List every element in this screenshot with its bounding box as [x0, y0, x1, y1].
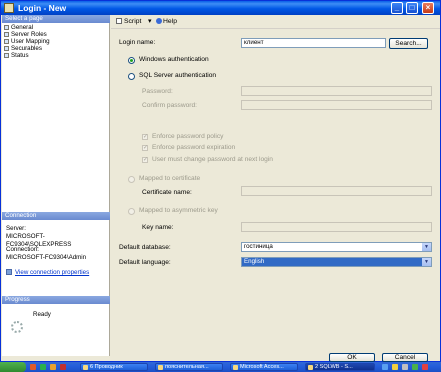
must-change-checkbox[interactable]: ✓ — [142, 157, 148, 163]
tray-icon[interactable] — [392, 364, 398, 370]
confirm-password-label: Confirm password: — [142, 102, 197, 109]
chevron-down-icon[interactable]: ▼ — [422, 243, 431, 251]
tray-icon[interactable] — [422, 364, 428, 370]
quicklaunch-icon[interactable] — [30, 364, 36, 370]
must-change-label: User must change password at next login — [152, 156, 273, 163]
key-name-combo[interactable] — [241, 222, 432, 232]
help-icon — [156, 18, 162, 24]
start-button[interactable] — [0, 362, 26, 372]
title-bar[interactable]: Login - New _ □ × — [1, 1, 440, 15]
search-button[interactable]: Search... — [389, 38, 428, 49]
cancel-button[interactable]: Cancel — [382, 353, 428, 362]
mapped-asym-radio[interactable] — [128, 208, 135, 215]
page-item-general[interactable]: General — [4, 24, 33, 31]
close-button[interactable]: × — [422, 2, 434, 14]
task-access[interactable]: Microsoft Acces... — [230, 363, 298, 371]
script-icon — [116, 18, 122, 24]
page-item-user-mapping[interactable]: User Mapping — [4, 38, 50, 45]
progress-status: Ready — [33, 311, 51, 318]
maximize-button[interactable]: □ — [406, 2, 418, 14]
left-pane: Select a page General Server Roles User … — [2, 15, 110, 356]
ok-button[interactable]: OK — [329, 353, 375, 362]
access-icon — [233, 365, 238, 370]
tray-icon[interactable] — [382, 364, 388, 370]
window-title: Login - New — [18, 3, 67, 13]
folder-icon — [83, 365, 88, 370]
password-label: Password: — [142, 88, 173, 95]
default-db-value: гостиница — [244, 243, 273, 250]
enforce-policy-label: Enforce password policy — [152, 133, 224, 140]
password-input[interactable] — [241, 86, 432, 96]
key-name-label: Key name: — [142, 224, 174, 231]
enforce-expiration-checkbox[interactable]: ✓ — [142, 145, 148, 151]
page-icon — [4, 39, 9, 44]
select-page-header: Select a page — [2, 15, 110, 23]
task-sqlwb[interactable]: 2 SQLWB - S... — [305, 363, 375, 371]
sql-auth-label[interactable]: SQL Server authentication — [139, 72, 216, 80]
view-connection-properties-row[interactable]: View connection properties — [6, 269, 89, 277]
default-db-combo[interactable]: гостиница ▼ — [241, 242, 432, 252]
help-button[interactable]: Help — [156, 18, 177, 26]
page-icon — [4, 53, 9, 58]
default-db-label: Default database: — [119, 244, 171, 251]
chevron-down-icon[interactable]: ▼ — [422, 258, 431, 266]
view-connection-properties-link[interactable]: View connection properties — [15, 269, 89, 276]
page-icon — [4, 25, 9, 30]
windows-auth-label[interactable]: Windows authentication — [139, 56, 209, 64]
tray-icon[interactable] — [402, 364, 408, 370]
script-dropdown-arrow-icon[interactable]: ▾ — [148, 18, 151, 26]
progress-spinner-icon — [11, 321, 23, 333]
properties-icon — [6, 269, 12, 275]
sqlwb-icon — [308, 365, 313, 370]
cert-name-label: Certificate name: — [142, 189, 192, 196]
login-name-label: Login name: — [119, 39, 156, 46]
toolbar: Script ▾ Help — [111, 15, 440, 29]
task-document[interactable]: пояснительная... — [155, 363, 223, 371]
quicklaunch-icon[interactable] — [40, 364, 46, 370]
progress-header: Progress — [2, 296, 110, 304]
page-item-status[interactable]: Status — [4, 52, 29, 59]
window-icon — [4, 3, 14, 13]
connection-label: Connection: — [6, 246, 40, 253]
connection-header: Connection — [2, 212, 110, 220]
sql-auth-radio[interactable] — [128, 73, 135, 80]
confirm-password-input[interactable] — [241, 100, 432, 110]
document-icon — [158, 365, 163, 370]
page-icon — [4, 32, 9, 37]
login-new-window: Login - New _ □ × Select a page General … — [0, 0, 441, 362]
task-explorer[interactable]: 6 Проводник — [80, 363, 148, 371]
windows-auth-radio[interactable] — [128, 57, 135, 64]
default-lang-combo[interactable]: English ▼ — [241, 257, 432, 267]
page-item-server-roles[interactable]: Server Roles — [4, 31, 47, 38]
mapped-asym-label: Mapped to asymmetric key — [139, 207, 218, 214]
quicklaunch-icon[interactable] — [50, 364, 56, 370]
minimize-button[interactable]: _ — [391, 2, 403, 14]
enforce-policy-checkbox[interactable]: ✓ — [142, 134, 148, 140]
cert-name-combo[interactable] — [241, 186, 432, 196]
quicklaunch-icon[interactable] — [60, 364, 66, 370]
tray-icon[interactable] — [412, 364, 418, 370]
default-lang-value: English — [244, 258, 265, 265]
enforce-expiration-label: Enforce password expiration — [152, 144, 236, 151]
taskbar: 6 Проводник пояснительная... Microsoft A… — [0, 362, 441, 372]
server-label: Server: — [6, 225, 26, 232]
page-item-securables[interactable]: Securables — [4, 45, 42, 52]
page-icon — [4, 46, 9, 51]
connection-value: MICROSOFT-FC9304\Admin — [6, 254, 87, 261]
mapped-cert-label: Mapped to certificate — [139, 175, 201, 182]
script-button[interactable]: Script — [116, 18, 141, 26]
mapped-cert-radio[interactable] — [128, 176, 135, 183]
login-name-input[interactable]: клиент — [241, 38, 386, 48]
default-lang-label: Default language: — [119, 259, 171, 266]
